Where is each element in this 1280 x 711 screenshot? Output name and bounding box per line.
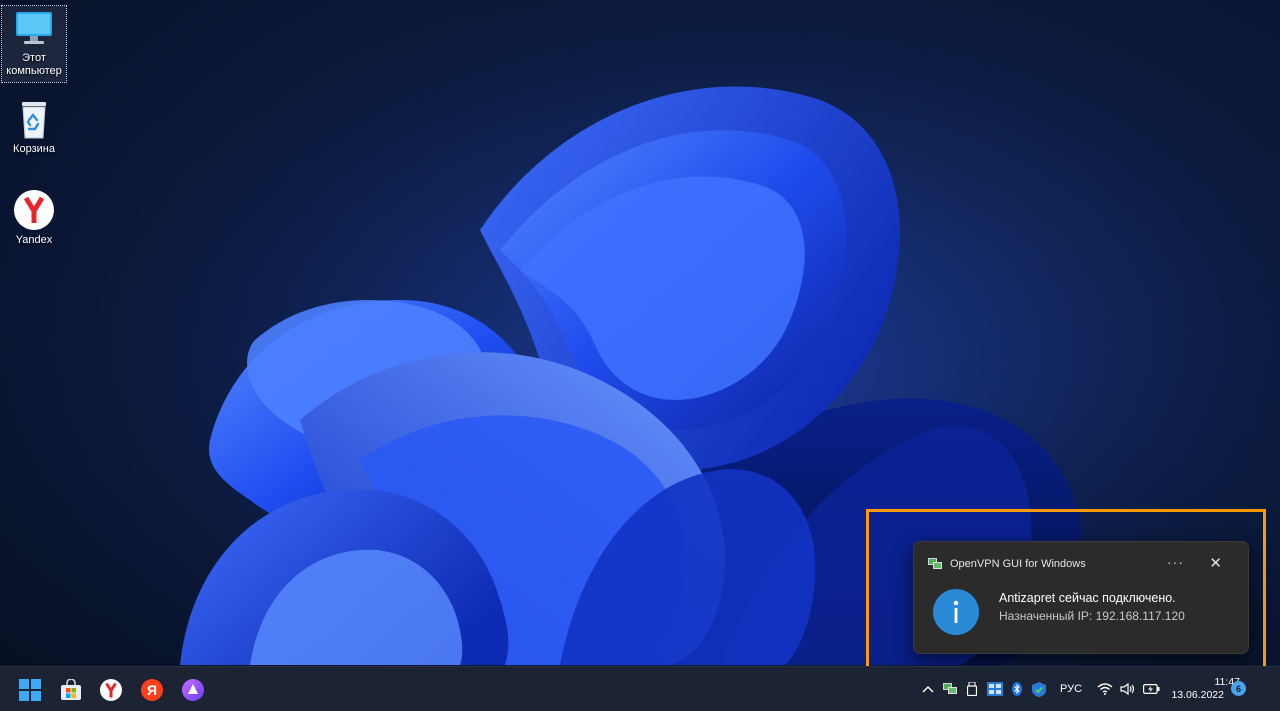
- toast-app-name: OpenVPN GUI for Windows: [950, 558, 1086, 570]
- tray-input-language[interactable]: РУС: [1056, 681, 1086, 697]
- notification-count-badge[interactable]: 6: [1231, 681, 1246, 696]
- taskbar-yandex-browser[interactable]: [99, 678, 123, 702]
- network-app-icon: [987, 682, 1003, 696]
- shield-icon: [1032, 681, 1046, 697]
- toast-more-options-button[interactable]: ···: [1167, 554, 1184, 570]
- desktop: Этот компьютер Корзина Yandex OpenVPN GU…: [0, 0, 1280, 711]
- openvpn-app-icon: [928, 558, 942, 570]
- toast-body: Назначенный IP: 192.168.117.120: [999, 609, 1185, 623]
- taskbar: Я РУС: [0, 666, 1280, 711]
- tray-wifi[interactable]: [1096, 681, 1114, 697]
- microsoft-store-icon: [61, 679, 81, 700]
- taskbar-microsoft-store[interactable]: [59, 678, 83, 702]
- yandex-icon-label: Я: [146, 682, 158, 698]
- desktop-icon-label: Этот компьютер: [6, 52, 62, 77]
- toast-header: OpenVPN GUI for Windows ··· ✕: [928, 554, 1238, 572]
- tray-bluetooth[interactable]: [1010, 681, 1024, 697]
- tray-usb[interactable]: [964, 681, 980, 697]
- tray-openvpn[interactable]: [942, 681, 958, 697]
- chevron-up-icon: [922, 685, 934, 693]
- openvpn-tray-icon: [943, 683, 957, 694]
- desktop-icon-recycle-bin[interactable]: Корзина: [2, 97, 66, 161]
- alice-icon: [182, 679, 204, 701]
- toast-title: Antizapret сейчас подключено.: [999, 591, 1176, 605]
- openvpn-toast-notification[interactable]: OpenVPN GUI for Windows ··· ✕ Antizapret…: [913, 541, 1249, 654]
- windows-start-button[interactable]: [18, 678, 42, 702]
- tray-clock-date[interactable]: 13.06.2022: [1166, 689, 1224, 701]
- recycle-bin-icon: [12, 97, 56, 141]
- yandex-browser-icon: [100, 679, 122, 701]
- info-icon: [933, 589, 979, 635]
- wifi-icon: [1097, 683, 1113, 695]
- toast-close-button[interactable]: ✕: [1209, 554, 1222, 572]
- bluetooth-icon: [1012, 682, 1022, 696]
- yandex-browser-icon: [12, 188, 56, 232]
- speaker-icon: [1120, 683, 1135, 695]
- usb-drive-icon: [967, 682, 977, 696]
- desktop-icon-this-pc[interactable]: Этот компьютер: [1, 5, 67, 83]
- tray-network-app[interactable]: [986, 681, 1004, 697]
- desktop-icon-label: Корзина: [13, 143, 55, 155]
- windows-start-icon: [19, 679, 41, 701]
- computer-icon: [12, 6, 56, 50]
- taskbar-yandex[interactable]: Я: [140, 678, 164, 702]
- tray-overflow-chevron[interactable]: [920, 681, 936, 697]
- tray-volume[interactable]: [1119, 681, 1137, 697]
- taskbar-alice[interactable]: [181, 678, 205, 702]
- battery-charging-icon: [1142, 684, 1159, 695]
- tray-security[interactable]: [1031, 681, 1047, 697]
- tray-battery[interactable]: [1142, 681, 1160, 697]
- desktop-icon-yandex[interactable]: Yandex: [2, 188, 66, 252]
- desktop-icon-label: Yandex: [15, 234, 53, 246]
